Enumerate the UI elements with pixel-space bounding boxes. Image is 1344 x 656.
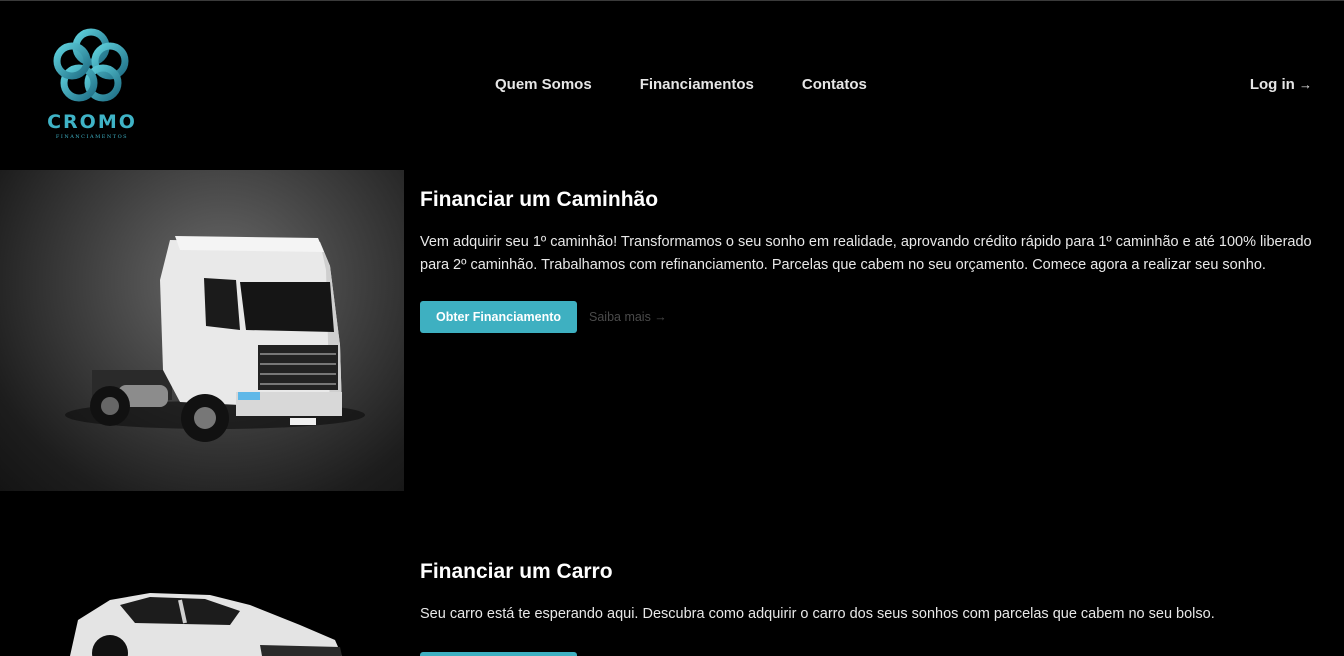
car-section: Financiar um Carro Seu carro está te esp… [420,560,1330,656]
car-image [0,545,404,656]
section-title: Financiar um Caminhão [420,188,659,211]
main-nav: Quem Somos Financiamentos Contatos [495,76,867,93]
logo-icon [53,28,129,102]
section-title: Financiar um Carro [420,560,613,583]
login-link[interactable]: Log in → [1250,76,1312,93]
truck-image [0,170,404,491]
nav-item-contatos[interactable]: Contatos [802,76,867,93]
logo-wordmark: CROMO [47,111,137,133]
obter-financiamento-button[interactable] [420,652,577,656]
login-label: Log in [1249,76,1295,93]
truck-section: Financiar um Caminhão Vem adquirir seu 1… [420,188,1330,333]
saiba-mais-link[interactable]: Saiba mais → [589,310,667,324]
section-description: Seu carro está te esperando aqui. Descub… [420,606,1215,622]
arrow-right-icon: → [1299,77,1312,92]
site-header: CROMO FINANCIAMENTOS Quem Somos Financia… [0,1,1344,169]
logo[interactable]: CROMO FINANCIAMENTOS [40,25,150,143]
logo-subtitle: FINANCIAMENTOS [55,134,129,140]
nav-item-financiamentos[interactable]: Financiamentos [640,76,754,93]
nav-item-quem-somos[interactable]: Quem Somos [495,76,592,93]
obter-financiamento-button[interactable]: Obter Financiamento [420,301,577,333]
section-actions: Obter Financiamento Saiba mais → [420,301,1330,333]
section-description: Vem adquirir seu 1º caminhão! Transforma… [420,234,1312,273]
